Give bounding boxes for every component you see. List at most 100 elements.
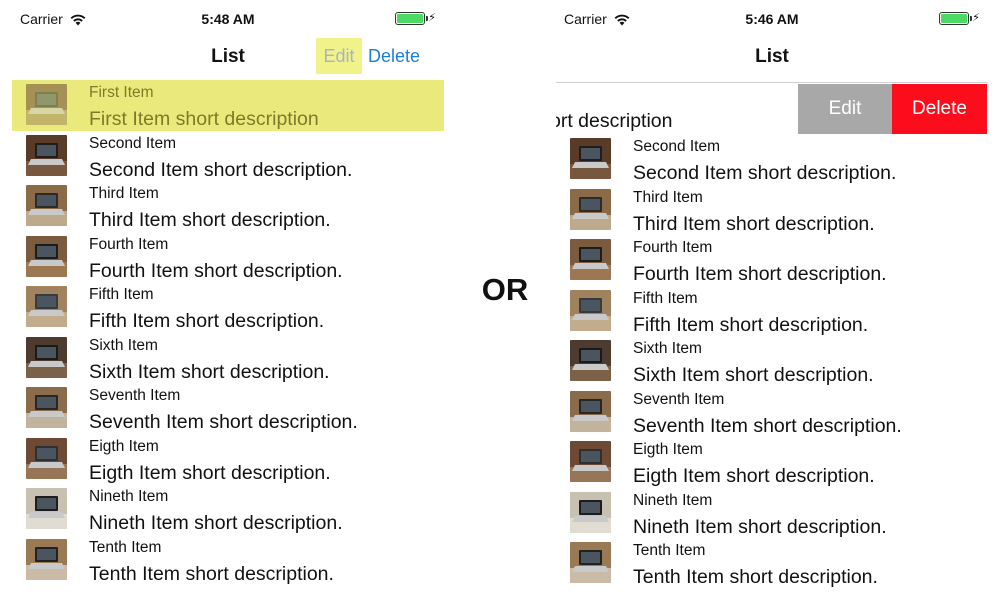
status-bar: Carrier 5:46 AM ⚡ xyxy=(556,0,988,36)
list-item[interactable]: First Item First Item short description xyxy=(12,80,444,131)
item-description: Fourth Item short description. xyxy=(89,259,343,282)
laptop-photo-icon xyxy=(570,340,611,381)
item-title: Seventh Item xyxy=(89,387,181,404)
item-description: Sixth Item short description. xyxy=(89,360,330,383)
item-title: Fourth Item xyxy=(89,235,169,253)
item-list: First Item First Item short description Se… xyxy=(12,80,444,585)
item-list-rows: Second Item Second Item short description… xyxy=(556,134,988,589)
item-title: Nineth Item xyxy=(633,491,713,509)
laptop-photo-icon xyxy=(26,336,67,378)
battery-icon xyxy=(939,12,973,25)
laptop-photo-icon xyxy=(26,134,67,176)
laptop-photo-icon xyxy=(570,188,611,230)
item-title: Third Item xyxy=(89,185,159,202)
laptop-photo-icon xyxy=(26,387,67,428)
laptop-photo-icon xyxy=(570,239,611,280)
item-description: Tenth Item short description. xyxy=(633,566,878,588)
item-description: Eigth Item short description. xyxy=(633,465,875,487)
swiped-list-item[interactable]: ort description Edit Delete xyxy=(556,82,988,134)
list-item[interactable]: Seventh Item Seventh Item short descripti… xyxy=(12,383,444,434)
item-description: Fifth Item short description. xyxy=(633,313,869,336)
list-item[interactable]: Fifth Item Fifth Item short description. xyxy=(556,286,988,337)
item-description: Eigth Item short description. xyxy=(89,461,331,484)
laptop-photo-icon xyxy=(26,488,67,529)
list-item[interactable]: Seventh Item Seventh Item short descripti… xyxy=(556,387,988,438)
list-item[interactable]: Fifth Item Fifth Item short description. xyxy=(12,282,444,333)
item-description: Second Item short description. xyxy=(89,158,353,181)
item-description: Third Item short description. xyxy=(633,212,875,235)
swipe-edit-button[interactable]: Edit xyxy=(798,84,892,134)
item-title: Tenth Item xyxy=(633,542,706,559)
navigation-bar: List Edit Delete xyxy=(12,36,444,80)
laptop-photo-icon xyxy=(26,437,67,479)
laptop-photo-icon xyxy=(26,235,67,277)
laptop-photo-icon xyxy=(570,289,611,331)
laptop-photo-icon xyxy=(570,542,611,583)
list-item[interactable]: Third Item Third Item short description. xyxy=(556,185,988,236)
clock: 5:48 AM xyxy=(201,11,255,27)
item-description: Fifth Item short description. xyxy=(89,310,325,332)
item-description: Nineth Item short description. xyxy=(633,515,887,538)
item-title: Sixth Item xyxy=(633,340,702,357)
battery-indicator: ⚡ xyxy=(939,12,980,25)
status-bar: Carrier 5:48 AM ⚡ xyxy=(12,0,444,36)
laptop-photo-icon xyxy=(570,491,611,533)
item-title: Sixth Item xyxy=(89,336,158,354)
item-title: Nineth Item xyxy=(89,488,169,505)
item-description: First Item short description xyxy=(89,108,319,130)
list-item[interactable]: Fourth Item Fourth Item short description… xyxy=(12,232,444,283)
battery-indicator: ⚡ xyxy=(395,12,436,25)
item-description: Seventh Item short description. xyxy=(89,411,358,433)
item-list: ort description Edit Delete Second Item S… xyxy=(556,82,988,589)
laptop-photo-icon xyxy=(26,185,67,226)
battery-icon xyxy=(395,12,429,25)
item-description: Sixth Item short description. xyxy=(633,364,874,386)
or-label: OR xyxy=(481,272,529,307)
item-title: Fifth Item xyxy=(633,289,698,307)
list-item[interactable]: Nineth Item Nineth Item short description… xyxy=(12,484,444,535)
laptop-photo-icon xyxy=(570,441,611,482)
item-description: Tenth Item short description. xyxy=(89,562,334,585)
list-item[interactable]: Sixth Item Sixth Item short description. xyxy=(12,333,444,384)
item-title: Fifth Item xyxy=(89,286,154,303)
list-item[interactable]: Eigth Item Eigth Item short description. xyxy=(12,434,444,485)
item-title: Seventh Item xyxy=(633,390,725,408)
item-title: Tenth Item xyxy=(89,538,162,556)
item-description: Nineth Item short description. xyxy=(89,512,343,534)
laptop-photo-icon xyxy=(570,138,611,179)
list-item[interactable]: Tenth Item Tenth Item short description. xyxy=(556,538,988,589)
edit-button[interactable]: Edit xyxy=(316,38,362,74)
item-title: Third Item xyxy=(633,188,703,206)
swipe-delete-button[interactable]: Delete xyxy=(892,84,987,134)
laptop-photo-icon xyxy=(26,84,67,125)
nav-title: List xyxy=(755,46,789,67)
list-item[interactable]: Third Item Third Item short description. xyxy=(12,181,444,232)
item-title: Fourth Item xyxy=(633,239,713,256)
charging-bolt-icon: ⚡ xyxy=(428,12,436,24)
swiped-item-description: ort description xyxy=(556,110,673,132)
list-item[interactable]: Eigth Item Eigth Item short description. xyxy=(556,437,988,488)
item-description: Fourth Item short description. xyxy=(633,263,887,285)
item-description: Third Item short description. xyxy=(89,209,331,231)
delete-button[interactable]: Delete xyxy=(368,38,420,74)
clock: 5:46 AM xyxy=(745,11,799,27)
item-description: Second Item short description. xyxy=(633,162,897,184)
item-title: Second Item xyxy=(633,138,721,155)
item-title: Eigth Item xyxy=(89,437,159,455)
navigation-bar: List xyxy=(556,36,988,80)
left-screen: Carrier 5:48 AM ⚡ List Edit Delete First… xyxy=(12,0,444,605)
laptop-photo-icon xyxy=(26,538,67,580)
laptop-photo-icon xyxy=(26,286,67,327)
list-item[interactable]: Fourth Item Fourth Item short description… xyxy=(556,235,988,286)
list-item[interactable]: Nineth Item Nineth Item short description… xyxy=(556,488,988,539)
list-item[interactable]: Second Item Second Item short description… xyxy=(556,134,988,185)
right-screen: Carrier 5:46 AM ⚡ List ort description E… xyxy=(556,0,988,605)
laptop-photo-icon xyxy=(570,390,611,432)
list-item[interactable]: Sixth Item Sixth Item short description. xyxy=(556,336,988,387)
item-title: Eigth Item xyxy=(633,441,703,458)
list-item[interactable]: Tenth Item Tenth Item short description. xyxy=(12,535,444,586)
item-title: First Item xyxy=(89,84,154,101)
list-item[interactable]: Second Item Second Item short description… xyxy=(12,131,444,182)
charging-bolt-icon: ⚡ xyxy=(972,12,980,24)
item-description: Seventh Item short description. xyxy=(633,414,902,437)
